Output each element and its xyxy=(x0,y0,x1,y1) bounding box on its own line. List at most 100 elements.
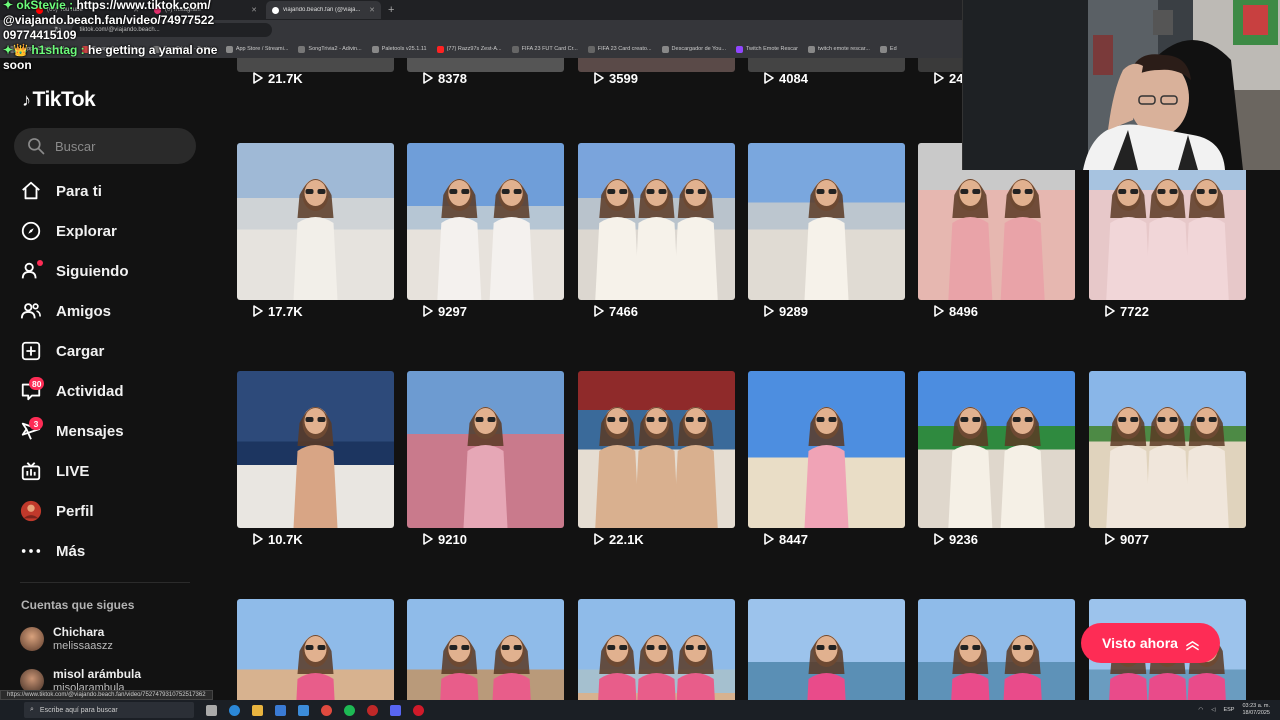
bookmark-item[interactable]: App Store / Streami... xyxy=(225,45,288,53)
account-name: misol arámbula xyxy=(53,667,142,681)
volume-icon[interactable]: ◁ xyxy=(1211,707,1215,713)
app-icon[interactable] xyxy=(413,704,424,716)
tiktok-logo[interactable]: ♪ TikTok xyxy=(22,88,96,112)
browser-tab[interactable]: viajando.beach.fan (@viaja... ✕ xyxy=(266,1,381,19)
video-thumbnail[interactable] xyxy=(918,371,1075,528)
video-thumbnail[interactable] xyxy=(407,599,564,700)
bookmark-label: SongTrivia2 - Adivin... xyxy=(308,46,362,52)
following-icon xyxy=(20,260,43,282)
new-tab-button[interactable]: + xyxy=(388,4,394,16)
folder-icon[interactable] xyxy=(252,704,263,716)
bookmark-label: FIFA 23 FUT Card Cr... xyxy=(521,46,578,52)
bookmark-item[interactable]: twitch emote rescar... xyxy=(807,45,870,53)
play-icon xyxy=(764,305,774,317)
discord-icon[interactable] xyxy=(390,704,401,716)
bookmark-item[interactable]: (77) Razz97s Zest-A... xyxy=(436,45,502,53)
video-thumbnail[interactable] xyxy=(237,599,394,700)
thumbnail-figures xyxy=(293,407,338,528)
play-icon xyxy=(764,72,774,84)
thumbnail-figures xyxy=(804,407,849,528)
bookmark-label: Ed xyxy=(889,46,897,52)
view-count: 21.7K xyxy=(253,68,303,88)
video-thumbnail[interactable] xyxy=(578,371,735,528)
bookmark-item[interactable]: FIFA 23 FUT Card Cr... xyxy=(511,45,578,53)
sidebar-item-label: Actividad xyxy=(56,382,124,400)
video-thumbnail[interactable] xyxy=(918,599,1075,700)
play-icon xyxy=(764,533,774,545)
clock[interactable]: 03:23 a. m. 18/07/2025 xyxy=(1242,703,1270,717)
language-indicator[interactable]: ESP xyxy=(1223,707,1234,713)
bookmark-item[interactable]: Descargador de You... xyxy=(661,45,726,53)
sidebar-divider xyxy=(20,582,190,583)
mail-icon[interactable] xyxy=(298,704,309,716)
play-icon xyxy=(1105,305,1115,317)
sidebar-item-mensajes[interactable]: 3 Mensajes xyxy=(20,411,210,451)
bookmark-item[interactable]: Paletools v25.1.11 xyxy=(371,45,427,53)
view-count-text: 9236 xyxy=(949,531,978,547)
search-input[interactable] xyxy=(55,138,185,154)
bookmark-item[interactable]: Ed xyxy=(879,45,897,53)
sidebar-item-m-s[interactable]: Más xyxy=(20,531,210,571)
bookmark-item[interactable]: FIFA 23 Card creato... xyxy=(587,45,652,53)
sidebar-item-cargar[interactable]: Cargar xyxy=(20,331,210,371)
taskbar-search[interactable]: ⌕ Escribe aquí para buscar xyxy=(24,702,194,718)
close-tab-icon[interactable]: ✕ xyxy=(369,6,375,14)
sidebar-item-siguiendo[interactable]: Siguiendo xyxy=(20,251,210,291)
sidebar-item-live[interactable]: LIVE xyxy=(20,451,210,491)
followed-account[interactable]: Chichara melissaaszz xyxy=(20,625,200,653)
play-icon xyxy=(934,305,944,317)
sidebar-item-explorar[interactable]: Explorar xyxy=(20,211,210,251)
avatar-icon xyxy=(20,500,42,522)
chrome-icon[interactable] xyxy=(321,704,332,716)
video-thumbnail[interactable] xyxy=(237,143,394,300)
visto-ahora-button[interactable]: Visto ahora ︿ ︿ xyxy=(1081,623,1220,663)
play-icon xyxy=(423,533,433,545)
view-count-text: 10.7K xyxy=(268,531,303,547)
bookmark-item[interactable]: SongTrivia2 - Adivin... xyxy=(298,45,362,53)
taskbar-search-placeholder: Escribe aquí para buscar xyxy=(39,706,118,714)
app-icon[interactable] xyxy=(367,704,378,716)
play-icon xyxy=(423,305,433,317)
wifi-icon[interactable]: ◠ xyxy=(1198,707,1203,713)
view-count-text: 9077 xyxy=(1120,531,1149,547)
sidebar-item-actividad[interactable]: 80 Actividad xyxy=(20,371,210,411)
search-box[interactable] xyxy=(14,128,196,164)
view-count: 10.7K xyxy=(253,529,303,549)
video-thumbnail[interactable] xyxy=(748,371,905,528)
video-thumbnail[interactable] xyxy=(407,371,564,528)
sidebar-item-para-ti[interactable]: Para ti xyxy=(20,171,210,211)
spotify-icon[interactable] xyxy=(344,704,355,716)
sidebar-item-perfil[interactable]: Perfil xyxy=(20,491,210,531)
video-thumbnail[interactable] xyxy=(237,371,394,528)
bookmark-label: FIFA 23 Card creato... xyxy=(597,46,652,52)
tab-title: viajando.beach.fan (@viaja... xyxy=(283,7,361,13)
thumbnail-figures xyxy=(948,407,1045,528)
view-count: 8447 xyxy=(764,529,808,549)
edge-icon[interactable] xyxy=(229,704,240,716)
view-count-text: 17.7K xyxy=(268,303,303,319)
view-count-text: 8496 xyxy=(949,303,978,319)
video-thumbnail[interactable] xyxy=(748,599,905,700)
video-thumbnail[interactable] xyxy=(578,143,735,300)
video-thumbnail[interactable] xyxy=(578,599,735,700)
task-view-icon[interactable] xyxy=(206,704,217,716)
video-thumbnail[interactable] xyxy=(748,143,905,300)
video-thumbnail[interactable] xyxy=(407,143,564,300)
activity-icon: 80 xyxy=(20,377,45,402)
view-count: 9297 xyxy=(423,301,467,321)
close-tab-icon[interactable]: ✕ xyxy=(251,6,257,14)
bookmark-label: twitch emote rescar... xyxy=(817,46,870,52)
sidebar-item-amigos[interactable]: Amigos xyxy=(20,291,210,331)
play-icon xyxy=(253,72,263,84)
video-thumbnail[interactable] xyxy=(1089,371,1246,528)
chat-username: h1shtag : xyxy=(31,43,85,57)
upload-icon xyxy=(20,340,42,362)
store-icon[interactable] xyxy=(275,704,286,716)
clock-time: 03:23 a. m. xyxy=(1242,703,1270,709)
search-icon: ⌕ xyxy=(30,706,34,713)
bookmark-item[interactable]: Twitch Emote Rescar xyxy=(735,45,798,53)
view-count: 9210 xyxy=(423,529,467,549)
thumbnail-figures xyxy=(951,635,1042,700)
sidebar-item-label: LIVE xyxy=(56,462,90,480)
sidebar-item-label: Amigos xyxy=(56,302,112,320)
